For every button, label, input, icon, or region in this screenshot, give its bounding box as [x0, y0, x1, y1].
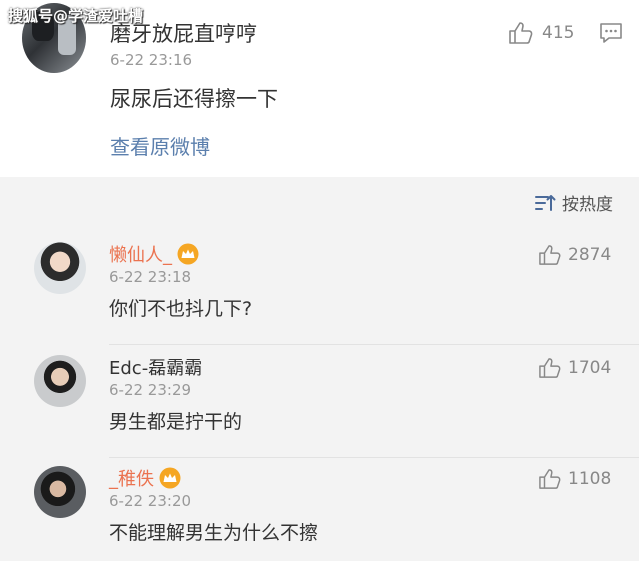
sort-label: 按热度 — [562, 195, 613, 215]
post-timestamp: 6-22 23:16 — [110, 51, 193, 69]
comment-timestamp: 6-22 23:20 — [109, 492, 192, 510]
comment-button[interactable] — [599, 22, 623, 48]
list-item: 懒仙人_ 6-22 23:18 你们不也抖几下? 2874 — [0, 232, 639, 345]
vip-crown-icon — [177, 243, 199, 265]
view-original-link[interactable]: 查看原微博 — [110, 131, 210, 160]
list-item: Edc-磊霸霸 6-22 23:29 男生都是拧干的 1704 — [0, 345, 639, 458]
vip-crown-icon — [159, 467, 181, 489]
comment-icon — [600, 23, 622, 43]
comment-username[interactable]: 懒仙人_ — [109, 241, 200, 267]
comment-username[interactable]: _稚佚 — [109, 465, 182, 491]
comment-like-button[interactable]: 1704 — [538, 357, 611, 379]
post-like-button[interactable]: 415 — [508, 20, 574, 46]
comment-like-button[interactable]: 2874 — [538, 244, 611, 266]
thumbs-up-icon — [539, 469, 561, 489]
thumbs-up-icon — [539, 358, 561, 378]
comment-text: 不能理解男生为什么不擦 — [109, 522, 319, 544]
comment-like-count: 2874 — [568, 245, 612, 265]
avatar[interactable] — [34, 242, 86, 294]
original-post: 磨牙放屁直哼哼 6-22 23:16 尿尿后还得擦一下 查看原微博 415 — [0, 0, 639, 177]
post-like-count: 415 — [542, 23, 575, 43]
list-item: _稚佚 6-22 23:20 不能理解男生为什么不擦 1108 — [0, 456, 639, 561]
avatar[interactable] — [34, 355, 86, 407]
comment-timestamp: 6-22 23:18 — [109, 268, 192, 286]
avatar[interactable] — [34, 466, 86, 518]
comment-timestamp: 6-22 23:29 — [109, 381, 192, 399]
sort-by-hot-button[interactable]: 按热度 — [534, 190, 613, 215]
comment-text: 男生都是拧干的 — [109, 411, 243, 433]
thumbs-up-icon — [539, 245, 561, 265]
comment-like-count: 1108 — [568, 469, 612, 489]
comment-text: 你们不也抖几下? — [109, 298, 253, 320]
comment-like-count: 1704 — [568, 358, 612, 378]
sort-icon — [535, 194, 556, 211]
comment-like-button[interactable]: 1108 — [538, 468, 611, 490]
comment-username[interactable]: Edc-磊霸霸 — [109, 354, 202, 380]
watermark: 搜狐号@学渣爱吐槽 — [8, 7, 144, 25]
thumbs-up-icon — [509, 22, 533, 44]
post-text: 尿尿后还得擦一下 — [110, 87, 278, 111]
